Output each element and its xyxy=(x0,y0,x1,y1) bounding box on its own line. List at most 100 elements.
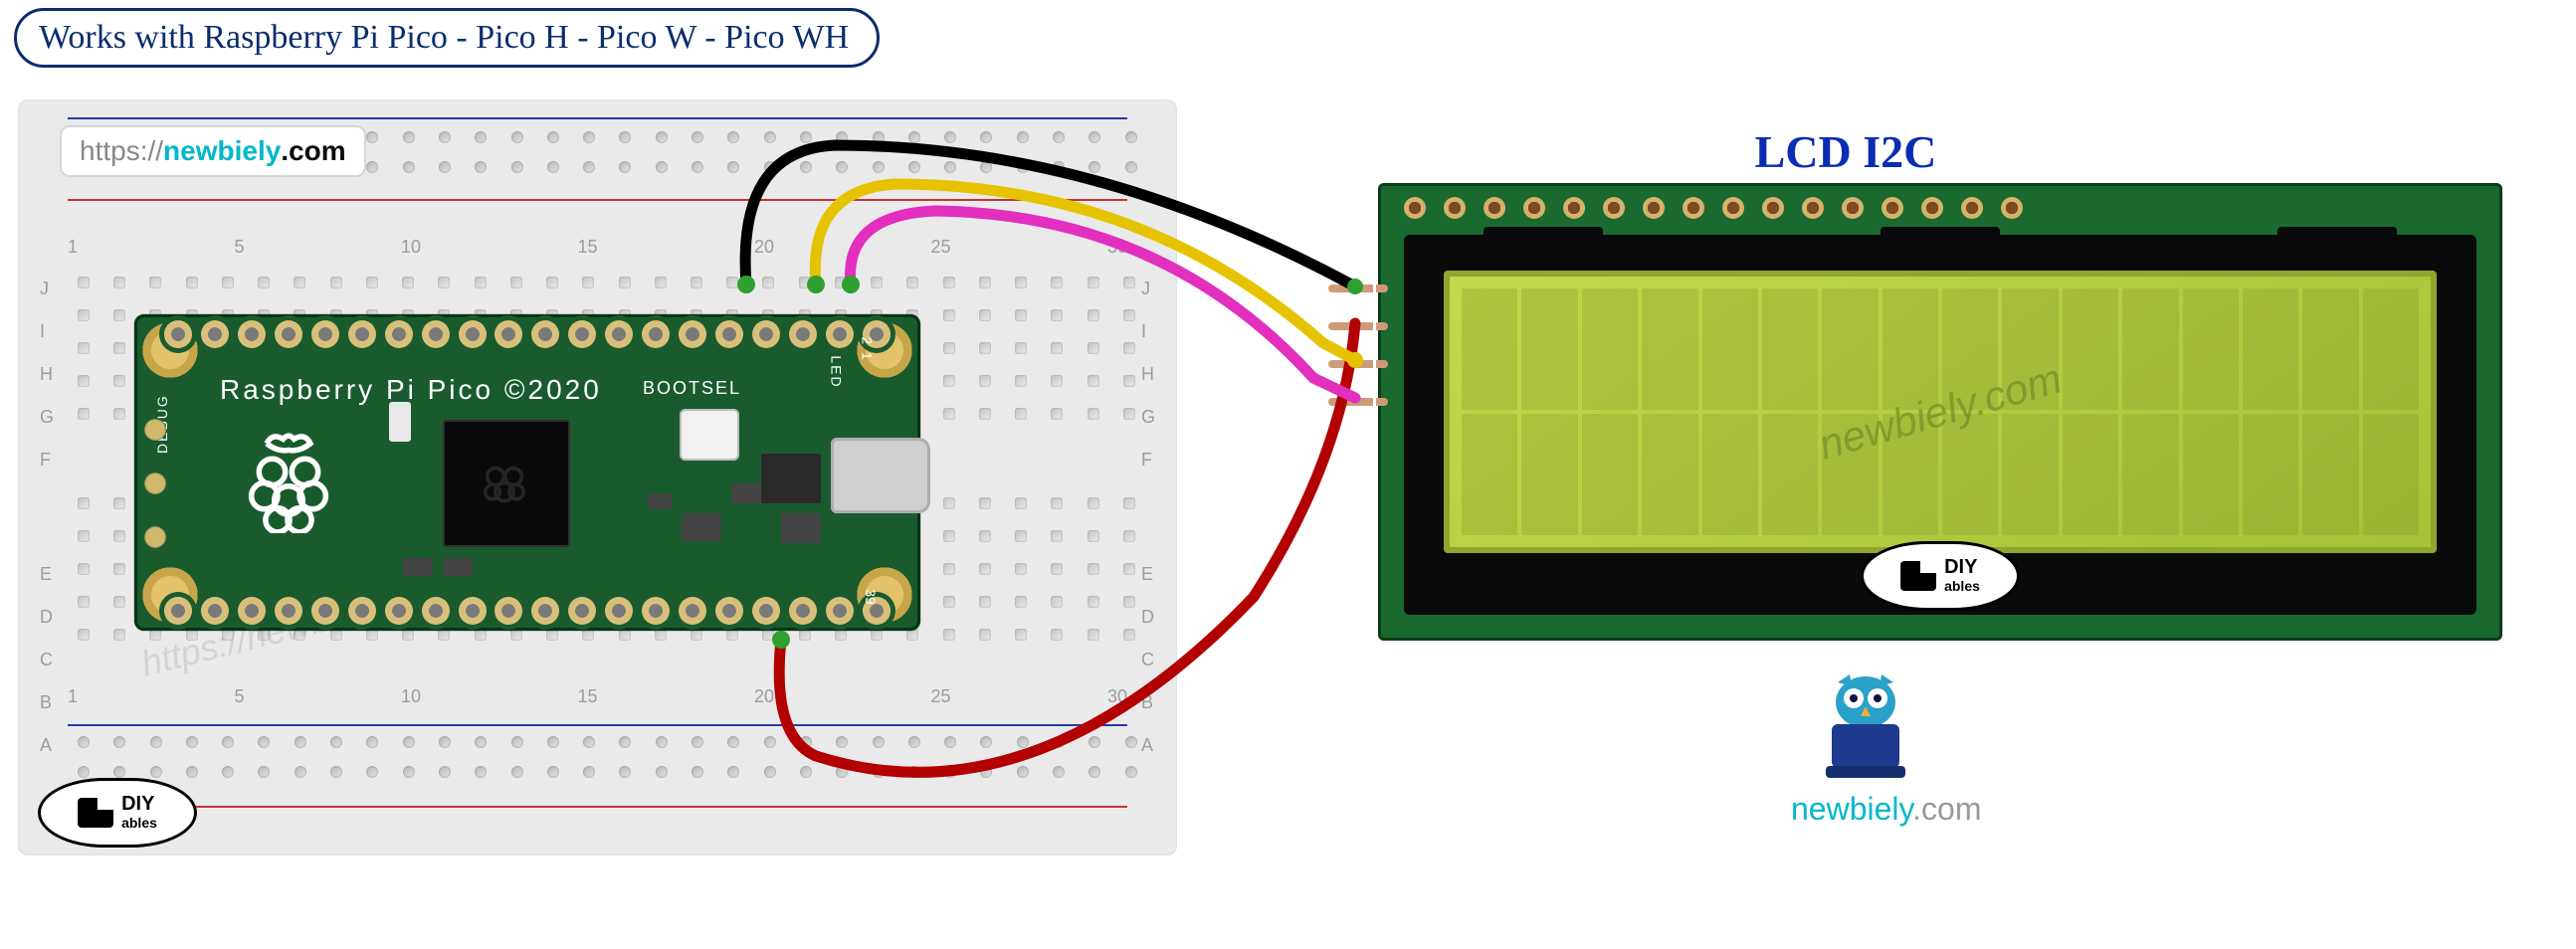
dot xyxy=(619,161,631,173)
diyables-glyph-icon xyxy=(1900,561,1936,591)
lcd-char-cell xyxy=(1762,288,1818,410)
dot xyxy=(727,736,739,748)
pico-pin xyxy=(275,597,302,625)
pico-board: Raspberry Pi Pico ©2020 DEBUG BOOTSEL LE… xyxy=(134,314,920,631)
pico-pin xyxy=(311,320,339,348)
dot xyxy=(979,497,991,509)
dot xyxy=(980,131,992,143)
dot xyxy=(113,309,125,321)
dot xyxy=(113,497,125,509)
lcd-header-pin xyxy=(1683,197,1704,219)
pico-usb-port[interactable] xyxy=(831,438,930,513)
dot xyxy=(836,161,848,173)
dot xyxy=(1088,497,1099,509)
dot xyxy=(222,766,234,778)
dot xyxy=(1053,131,1065,143)
dot xyxy=(1017,131,1029,143)
mascot-caption: newbiely.com xyxy=(1791,791,1940,828)
breadboard-rowletter: A xyxy=(40,735,54,756)
pico-pin xyxy=(679,320,706,348)
dot xyxy=(944,736,956,748)
breadboard-rowletter: H xyxy=(1141,364,1155,385)
breadboard-rowletter: F xyxy=(1141,450,1155,471)
dot xyxy=(943,408,955,420)
dot xyxy=(583,766,595,778)
dot xyxy=(1015,596,1027,608)
dot xyxy=(113,563,125,575)
dot xyxy=(944,161,956,173)
dot xyxy=(1089,131,1100,143)
diyables-badge-lcd: DIY ables xyxy=(1861,541,2020,611)
dot xyxy=(1123,375,1135,387)
pico-pin xyxy=(495,320,522,348)
dot xyxy=(943,629,955,641)
dot xyxy=(78,766,90,778)
dot xyxy=(656,736,668,748)
dot xyxy=(113,277,125,288)
breadboard-colnum: 5 xyxy=(234,686,244,707)
dot xyxy=(546,277,558,288)
dot xyxy=(691,277,702,288)
breadboard-colnums-top: 151015202530 xyxy=(68,237,1127,258)
dot xyxy=(438,277,450,288)
dot xyxy=(836,736,848,748)
lcd-header-pin xyxy=(2001,197,2023,219)
dot xyxy=(656,766,668,778)
pico-pin xyxy=(164,597,192,625)
dot xyxy=(1088,629,1099,641)
dot xyxy=(1051,596,1063,608)
pico-pin xyxy=(826,597,854,625)
breadboard-colnum: 20 xyxy=(754,237,774,258)
dot xyxy=(547,766,559,778)
pico-pin xyxy=(715,320,743,348)
lcd-i2c-pad-scl xyxy=(1328,398,1388,406)
dot xyxy=(873,161,885,173)
breadboard-rowletter: H xyxy=(40,364,54,385)
dot xyxy=(78,408,90,420)
breadboard-rowletters-left: JIHGFEDCBA xyxy=(40,279,54,756)
pico-bootsel-button[interactable] xyxy=(680,409,739,461)
lcd-char-cell xyxy=(1762,414,1818,535)
wm-url-brand: newbiely xyxy=(163,135,281,167)
pico-pin xyxy=(385,597,413,625)
lcd-char-cell xyxy=(2063,414,2118,535)
dot xyxy=(439,736,451,748)
dot xyxy=(979,309,991,321)
pico-smd xyxy=(731,483,761,503)
pico-pin1-label: 2 1 xyxy=(859,336,875,359)
dot xyxy=(800,161,812,173)
dot xyxy=(1017,161,1029,173)
dot xyxy=(764,766,776,778)
pico-pin xyxy=(459,597,487,625)
dot xyxy=(979,408,991,420)
dot xyxy=(475,131,487,143)
pico-smd xyxy=(648,493,672,509)
pico-pin xyxy=(238,320,266,348)
dot xyxy=(258,736,270,748)
dot xyxy=(547,736,559,748)
dot xyxy=(113,375,125,387)
dot xyxy=(475,277,487,288)
pico-pin xyxy=(531,597,559,625)
breadboard-rowletter: I xyxy=(1141,321,1155,342)
dot xyxy=(366,161,378,173)
dot xyxy=(295,736,306,748)
lcd-screen: newbiely.com xyxy=(1444,271,2437,553)
pico-pin xyxy=(679,597,706,625)
breadboard-rowletter: C xyxy=(40,650,54,670)
lcd-char-cell xyxy=(1462,414,1517,535)
watermark-url-box: https:// newbiely .com xyxy=(60,125,366,177)
breadboard-colnum: 10 xyxy=(401,237,421,258)
lcd-char-cell xyxy=(1582,288,1638,410)
pico-smd xyxy=(682,513,721,541)
dot xyxy=(726,277,738,288)
lcd-header-pin xyxy=(1842,197,1864,219)
diyables-label-big: DIY xyxy=(1944,556,1977,578)
dot xyxy=(186,736,198,748)
dot xyxy=(439,161,451,173)
breadboard-rowletter: C xyxy=(1141,650,1155,670)
raspberry-logo-icon xyxy=(234,424,343,533)
dot xyxy=(943,563,955,575)
dot xyxy=(1088,309,1099,321)
pico-led-label: LED xyxy=(828,355,844,388)
